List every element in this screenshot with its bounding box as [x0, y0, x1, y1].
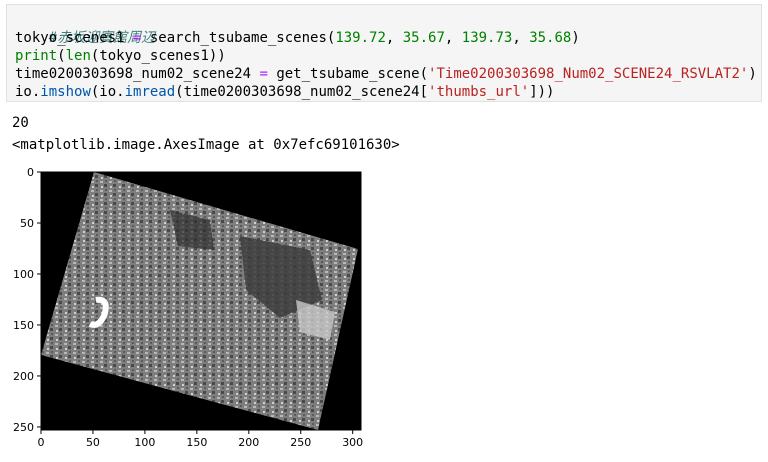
code-token: ,	[512, 30, 530, 46]
code-token: (time0200303698_num02_scene24[	[175, 84, 429, 100]
x-axis: 0 50 100 150 200 250 300	[38, 430, 363, 449]
code-builtin: print	[15, 48, 58, 64]
code-line-1: tokyo_scenes1 = search_tsubame_scenes(13…	[15, 29, 580, 47]
code-string: 'thumbs_url'	[428, 84, 530, 100]
code-token: =	[124, 30, 150, 46]
code-token: tokyo_scenes1	[15, 30, 125, 46]
x-tick-label: 0	[38, 436, 45, 449]
output-count: 20	[12, 115, 29, 131]
code-token: )	[571, 30, 580, 46]
code-function: imread	[124, 84, 176, 100]
code-cell[interactable]: #赤坂迎賓館周辺 tokyo_scenes1 = search_tsubame_…	[6, 4, 762, 102]
x-tick-label: 50	[86, 436, 100, 449]
x-tick-label: 250	[290, 436, 311, 449]
y-axis: 0 50 100 150 200 250	[13, 166, 41, 434]
code-token: ,	[444, 30, 462, 46]
code-line-3: time0200303698_num02_scene24 = get_tsuba…	[15, 65, 757, 83]
y-tick-label: 100	[13, 268, 34, 281]
code-token: get_tsubame_scene(	[276, 66, 429, 82]
code-token: )	[748, 66, 757, 82]
y-tick-label: 0	[27, 166, 34, 179]
x-tick-label: 200	[238, 436, 259, 449]
code-token: =	[251, 66, 277, 82]
y-tick-label: 250	[13, 421, 34, 434]
code-string: 'Time0200303698_Num02_SCENE24_RSVLAT2'	[428, 66, 749, 82]
code-token: (	[57, 48, 66, 64]
y-tick-label: 50	[20, 217, 34, 230]
image-plot: 0 50 100 150 200 250 300 0 50 100 150 200 250	[13, 166, 363, 449]
y-tick-label: 150	[13, 319, 34, 332]
y-tick-label: 200	[13, 370, 34, 383]
x-tick-label: 150	[186, 436, 207, 449]
code-token: time0200303698_num02_scene24	[15, 66, 252, 82]
code-token: io.	[15, 84, 41, 100]
code-token: (io.	[90, 84, 125, 100]
code-number: 35.68	[529, 30, 572, 46]
output-repr: <matplotlib.image.AxesImage at 0x7efc691…	[12, 137, 400, 153]
code-function: imshow	[40, 84, 91, 100]
code-token: ]))	[529, 84, 555, 100]
code-token: ,	[385, 30, 403, 46]
code-number: 35.67	[402, 30, 445, 46]
code-line-2: print(len(tokyo_scenes1))	[15, 47, 226, 65]
code-number: 139.73	[461, 30, 513, 46]
code-number: 139.72	[335, 30, 386, 46]
code-line-4: io.imshow(io.imread(time0200303698_num02…	[15, 83, 555, 101]
x-tick-label: 100	[134, 436, 155, 449]
axes-area	[40, 171, 362, 431]
x-tick-label: 300	[342, 436, 363, 449]
code-builtin: len	[65, 48, 91, 64]
code-token: search_tsubame_scenes(	[149, 30, 336, 46]
code-token: (tokyo_scenes1))	[90, 48, 226, 64]
